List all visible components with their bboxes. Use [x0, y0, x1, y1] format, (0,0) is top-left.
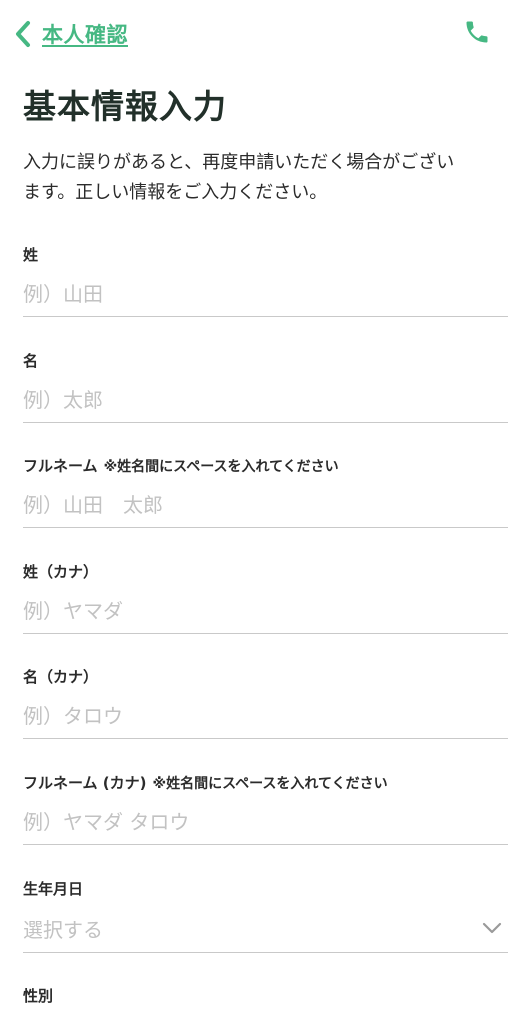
- back-button[interactable]: 本人確認: [14, 18, 128, 50]
- notice-line-2: ます。正しい情報をご入力ください。: [23, 182, 328, 203]
- chevron-left-icon: [14, 20, 32, 48]
- full-name-kana-label-text: フルネーム (カナ): [23, 774, 147, 792]
- birthdate-select[interactable]: 選択する: [23, 906, 508, 953]
- birthdate-label: 生年月日: [23, 880, 84, 898]
- full-name-kana-label: フルネーム (カナ) ※姓名間にスペースを入れてください: [23, 772, 388, 793]
- notice-line-1: 入力に誤りがあると、再度申請いただく場合がござい: [23, 152, 455, 173]
- chevron-down-icon: [482, 920, 502, 939]
- top-bar: 本人確認: [0, 0, 530, 68]
- last-name-kana-label: 姓（カナ）: [23, 563, 99, 581]
- last-name-label: 姓: [23, 246, 39, 264]
- phone-button[interactable]: [460, 18, 494, 50]
- full-name-label: フルネーム ※姓名間にスペースを入れてください: [23, 455, 339, 476]
- page-title: 基本情報入力: [23, 87, 227, 126]
- last-name-input[interactable]: [23, 272, 508, 317]
- notice-text: 入力に誤りがあると、再度申請いただく場合がござい ます。正しい情報をご入力くださ…: [23, 148, 513, 208]
- full-name-label-text: フルネーム: [23, 457, 98, 475]
- back-label: 本人確認: [42, 23, 128, 47]
- full-name-kana-input[interactable]: [23, 800, 508, 845]
- full-name-note: ※姓名間にスペースを入れてください: [103, 459, 339, 475]
- last-name-kana-input[interactable]: [23, 589, 508, 634]
- first-name-label: 名: [23, 352, 39, 370]
- birthdate-select-value: 選択する: [23, 918, 103, 942]
- first-name-kana-input[interactable]: [23, 694, 508, 739]
- gender-label: 性別: [23, 987, 54, 1005]
- phone-icon: [463, 18, 491, 50]
- full-name-kana-note: ※姓名間にスペースを入れてください: [152, 776, 388, 792]
- full-name-input[interactable]: [23, 483, 508, 528]
- first-name-kana-label: 名（カナ）: [23, 668, 99, 686]
- first-name-input[interactable]: [23, 378, 508, 423]
